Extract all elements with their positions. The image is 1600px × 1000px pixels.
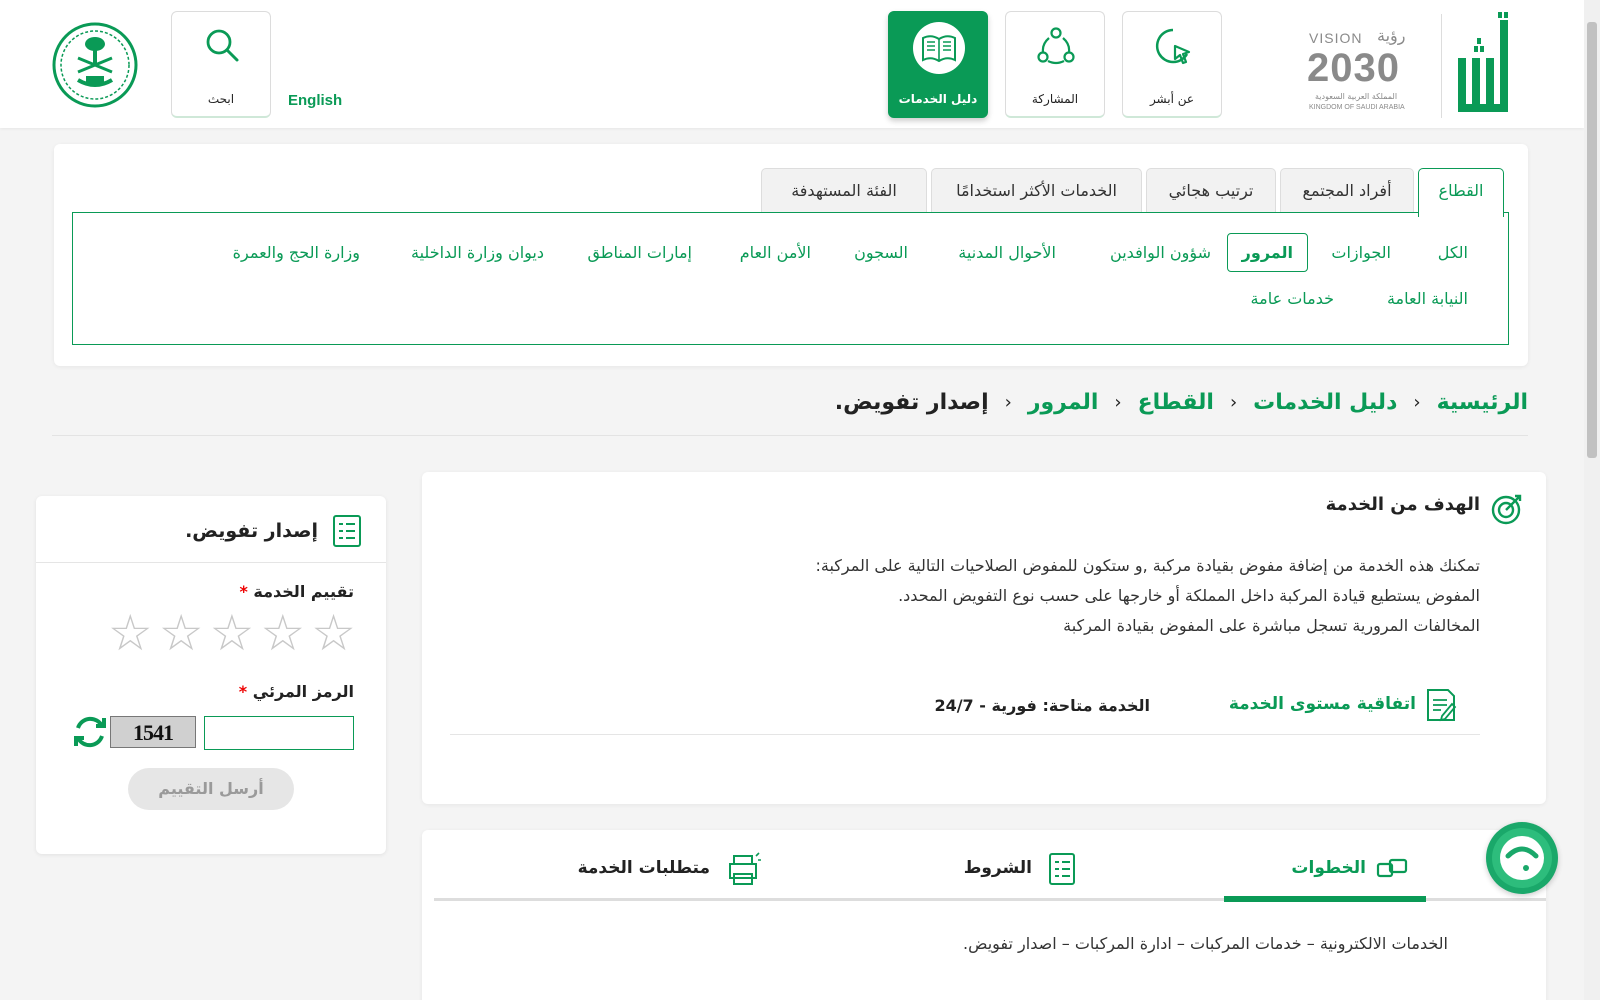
tab-sector[interactable]: القطاع [1418,168,1504,217]
sector-expatriates[interactable]: شؤون الوافدين [1110,243,1211,262]
book-icon [922,35,956,63]
sector-emirates[interactable]: إمارات المناطق [587,243,692,262]
required-mark: * [238,682,248,701]
chatbot-face-icon [1492,828,1552,888]
star-rating: ☆ ☆ ☆ ☆ ☆ [108,608,356,658]
page-scrollbar[interactable] [1584,0,1600,1000]
sector-moi-diwan[interactable]: ديوان وزارة الداخلية [411,243,544,262]
submit-rating-button[interactable]: أرسل التقييم [128,768,294,810]
active-tab-indicator [1224,896,1426,902]
breadcrumb-home[interactable]: الرئيسية [1437,390,1528,415]
chevron-left-icon: ‹ [1413,392,1421,413]
service-availability: الخدمة متاحة: فورية - 24/7 [934,696,1150,715]
required-mark: * [239,582,248,601]
scrollbar-thumb[interactable] [1587,22,1597,458]
sector-passports[interactable]: الجوازات [1331,243,1391,262]
breadcrumb-sector[interactable]: القطاع [1138,390,1214,415]
star-icon[interactable]: ☆ [159,608,204,658]
service-rating-card: إصدار تفويض. تقييم الخدمة * ☆ ☆ ☆ ☆ ☆ ال… [36,496,386,854]
form-document-icon [333,515,361,547]
service-path: الخدمات الالكترونية – خدمات المركبات – ا… [963,934,1448,953]
goal-line-3: المخالفات المرورية تسجل مباشرة على المفو… [1063,616,1480,635]
star-icon[interactable]: ☆ [260,608,305,658]
sector-public-security[interactable]: الأمن العام [740,243,811,262]
vision-kingdom-ar: المملكة العربية السعودية [1315,92,1398,101]
tab-alphabetical[interactable]: ترتيب هجائي [1146,168,1276,212]
goal-line-1: تمكنك هذه الخدمة من إضافة مفوض بقيادة مر… [815,556,1480,575]
language-switch-link[interactable]: English [288,92,342,109]
rating-label: تقييم الخدمة * [239,582,354,601]
vision-year: 2030 [1307,46,1400,90]
cursor-click-icon [1155,28,1191,65]
search-icon [206,29,239,62]
sector-prisons[interactable]: السجون [854,243,908,262]
sla-link[interactable]: اتفاقية مستوى الخدمة [1229,694,1416,714]
vision-kingdom-en: KINGDOM OF SAUDI ARABIA [1309,104,1405,111]
tab-target-group[interactable]: الفئة المستهدفة [761,168,927,212]
nav-label: دليل الخدمات [898,92,978,106]
absher-logo[interactable] [1452,12,1518,120]
chatbot-button[interactable] [1486,822,1558,894]
sector-traffic[interactable]: المرور [1226,233,1308,272]
nav-label: عن أبشر [1149,92,1195,106]
tab-conditions[interactable]: الشروط [964,858,1032,878]
captcha-label-text: الرمز المرئي [252,682,354,701]
sector-general-services[interactable]: خدمات عامة [1251,289,1334,308]
chevron-left-icon: ‹ [1229,392,1238,413]
requirements-printer-icon [729,852,761,885]
vision-2030-logo: VISION رؤية 2030 المملكة العربية السعودي… [1305,26,1435,116]
refresh-captcha-icon[interactable] [72,712,108,752]
service-details-card: الخطوات الشروط متطلبات الخدمة الخدمات ال… [422,830,1546,1000]
breadcrumb: الرئيسية ‹ دليل الخدمات ‹ القطاع ‹ المرو… [835,390,1528,415]
conditions-list-icon [1049,853,1075,885]
sector-public-prosecution[interactable]: النيابة العامة [1387,289,1468,308]
steps-link-icon [1376,858,1408,878]
sector-civil-affairs[interactable]: الأحوال المدنية [958,243,1056,262]
captcha-input[interactable] [204,716,354,750]
target-icon [1491,494,1522,525]
network-icon [1037,27,1075,65]
captcha-label: الرمز المرئي * [239,682,354,701]
vision-word: VISION [1309,30,1363,46]
rating-label-text: تقييم الخدمة [253,582,354,601]
rating-divider [36,562,386,563]
nav-service-guide[interactable]: دليل الخدمات [888,11,988,118]
logo-divider [1441,14,1442,118]
sector-list-box: الكل الجوازات المرور شؤون الوافدين الأحو… [72,212,1509,345]
nav-label: المشاركة [1031,92,1079,106]
breadcrumb-service-guide[interactable]: دليل الخدمات [1253,390,1397,415]
vision-word-ar: رؤية [1377,26,1406,45]
breadcrumb-divider [52,435,1528,436]
agreement-document-icon [1427,689,1457,722]
tab-steps[interactable]: الخطوات [1291,858,1366,878]
tab-requirements[interactable]: متطلبات الخدمة [578,858,710,878]
nav-participation[interactable]: المشاركة [1005,11,1105,118]
category-tabs-panel: القطاع أفراد المجتمع ترتيب هجائي الخدمات… [54,144,1528,366]
breadcrumb-current: إصدار تفويض. [834,390,989,415]
star-icon[interactable]: ☆ [311,608,356,658]
goal-line-2: المفوض يستطيع قيادة المركبة داخل المملكة… [898,586,1480,605]
rating-card-title: إصدار تفويض. [185,520,318,542]
star-icon[interactable]: ☆ [210,608,255,658]
service-goal-title: الهدف من الخدمة [1325,494,1480,515]
moi-emblem-logo[interactable] [52,22,138,108]
goal-divider [450,734,1480,735]
tab-community-members[interactable]: أفراد المجتمع [1280,168,1414,212]
chevron-left-icon: ‹ [1004,392,1012,413]
tab-most-used[interactable]: الخدمات الأكثر استخدامًا [931,168,1142,212]
site-header: VISION رؤية 2030 المملكة العربية السعودي… [0,0,1584,128]
chevron-left-icon: ‹ [1114,392,1122,413]
sector-all[interactable]: الكل [1438,243,1468,262]
sector-hajj-umrah[interactable]: وزارة الحج والعمرة [233,243,360,262]
nav-about-absher[interactable]: عن أبشر [1122,11,1222,118]
search-label: ابحث [207,92,235,106]
breadcrumb-traffic[interactable]: المرور [1028,390,1099,415]
captcha-image: 1541 [110,716,196,748]
search-button[interactable]: ابحث [171,11,271,118]
star-icon[interactable]: ☆ [108,608,153,658]
service-goal-card: الهدف من الخدمة تمكنك هذه الخدمة من إضاف… [422,472,1546,804]
